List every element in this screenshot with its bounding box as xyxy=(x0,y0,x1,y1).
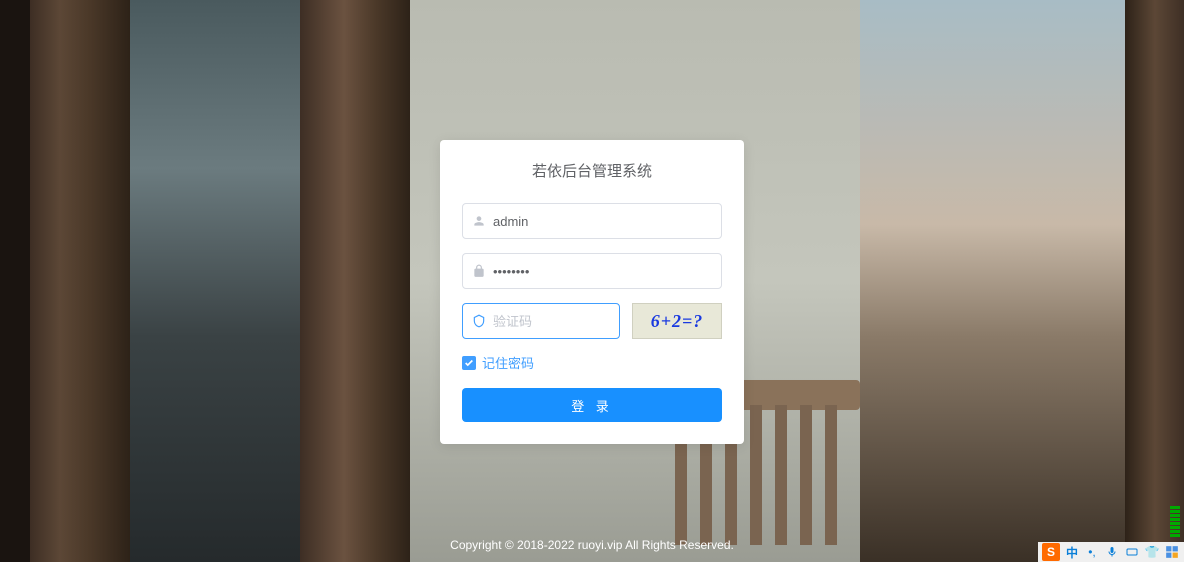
password-wrapper xyxy=(462,253,722,289)
bg-decor xyxy=(0,0,30,562)
remember-checkbox[interactable] xyxy=(462,356,476,370)
login-card: 若依后台管理系统 6+2=? 记住密码 登 录 xyxy=(440,140,744,444)
login-button[interactable]: 登 录 xyxy=(462,388,722,422)
ime-skin-icon[interactable]: 👕 xyxy=(1144,544,1160,560)
captcha-wrapper xyxy=(462,303,620,339)
shield-icon xyxy=(472,314,486,328)
footer-copyright: Copyright © 2018-2022 ruoyi.vip All Righ… xyxy=(0,538,1184,552)
username-wrapper xyxy=(462,203,722,239)
bg-decor xyxy=(30,0,130,562)
audio-meter-icon xyxy=(1170,477,1180,537)
ime-mic-icon[interactable] xyxy=(1104,544,1120,560)
captcha-text: 6+2=? xyxy=(651,311,704,332)
ime-toolbox-icon[interactable] xyxy=(1164,544,1180,560)
captcha-image[interactable]: 6+2=? xyxy=(632,303,722,339)
remember-label[interactable]: 记住密码 xyxy=(482,353,534,372)
lock-icon xyxy=(472,264,486,278)
sogou-ime-icon[interactable]: S xyxy=(1042,543,1060,561)
ime-lang-indicator[interactable]: 中 xyxy=(1064,544,1080,560)
login-title: 若依后台管理系统 xyxy=(462,160,722,181)
user-icon xyxy=(472,214,486,228)
ime-taskbar: S 中 •, 👕 xyxy=(1038,542,1184,562)
ime-keyboard-icon[interactable] xyxy=(1124,544,1140,560)
captcha-row: 6+2=? xyxy=(462,303,722,339)
remember-row: 记住密码 xyxy=(462,353,722,372)
username-input[interactable] xyxy=(462,203,722,239)
bg-decor xyxy=(300,0,410,562)
bg-decor xyxy=(130,0,300,562)
ime-punct-icon[interactable]: •, xyxy=(1084,544,1100,560)
password-input[interactable] xyxy=(462,253,722,289)
